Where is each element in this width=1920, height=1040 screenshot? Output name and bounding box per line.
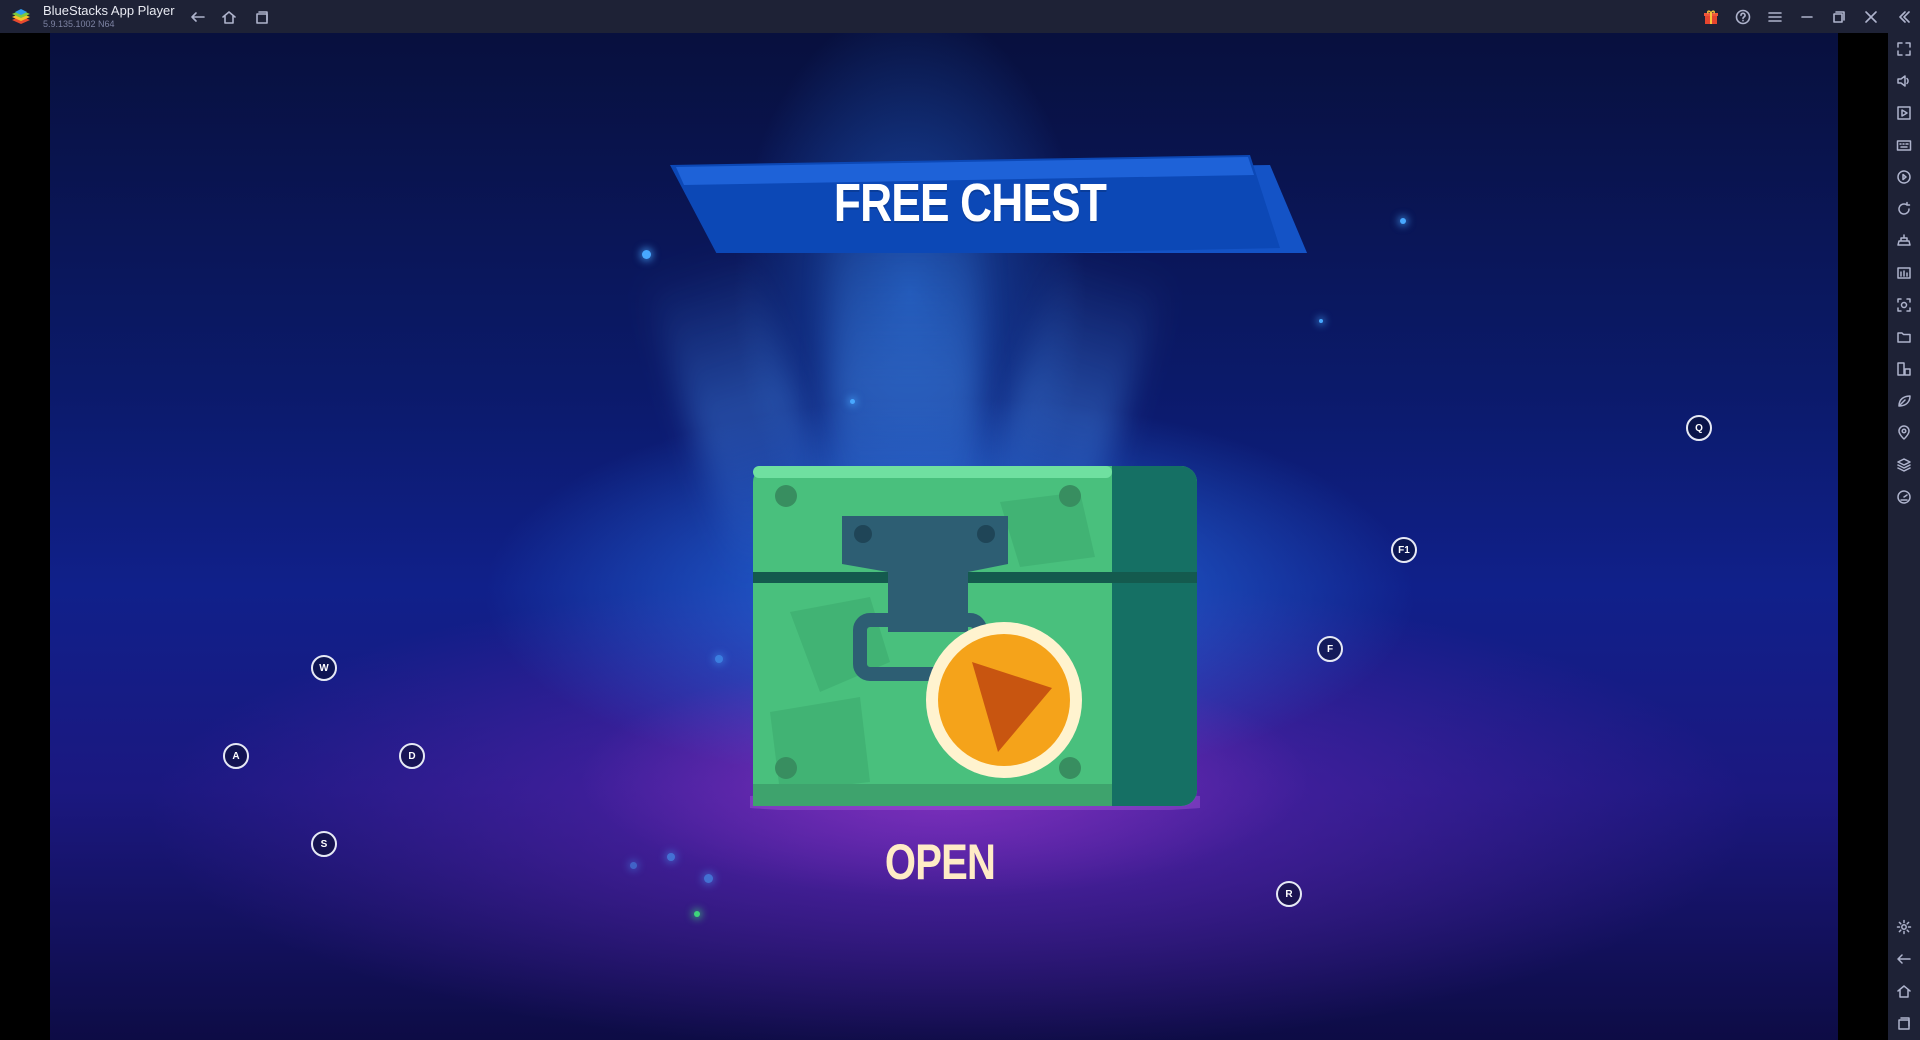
treasure-chest[interactable] [715,462,1235,814]
chest-top-highlight [753,466,1112,478]
folder-icon[interactable] [1894,327,1914,347]
layers-icon[interactable] [1894,455,1914,475]
collapse-sidebar-icon[interactable] [1892,5,1916,29]
glow-particle [1319,319,1323,323]
glow-particle [704,874,713,883]
location-icon[interactable] [1894,423,1914,443]
key-hint-w: W [311,655,337,681]
chest-bolt [775,757,797,779]
chest-bolt [775,485,797,507]
key-hint-s: S [311,831,337,857]
multi-instance-icon[interactable] [250,5,274,29]
key-hint-r: R [1276,881,1302,907]
chest-latch-bolt [854,525,872,543]
key-hint-f1: F1 [1391,537,1417,563]
multi-instance-manager-icon[interactable] [1894,359,1914,379]
glow-particle [694,911,700,917]
minimize-icon[interactable] [1795,5,1819,29]
performance-icon[interactable] [1894,487,1914,507]
glow-particle [667,853,675,861]
restore-icon[interactable] [1827,5,1851,29]
home-icon[interactable] [217,5,241,29]
settings-icon[interactable] [1894,917,1914,937]
title-bar: BlueStacks App Player 5.9.135.1002 N64 [0,0,1920,33]
screenshot-icon[interactable] [1894,295,1914,315]
volume-icon[interactable] [1894,71,1914,91]
key-hint-q: Q [1686,415,1712,441]
back-icon[interactable] [1894,949,1914,969]
open-label[interactable]: OPEN [844,833,1036,891]
right-letterbox [1838,33,1888,1040]
chest-right-panel [1112,466,1197,806]
close-icon[interactable] [1859,5,1883,29]
bluestacks-logo-icon [10,6,32,28]
banner-title: FREE CHEST [833,173,1107,233]
key-hint-f: F [1317,636,1343,662]
media-icon[interactable] [1894,103,1914,123]
game-viewport[interactable]: FREE CHEST OPEN Q F1 F W A D S R [50,33,1838,1040]
key-hint-a: A [223,743,249,769]
game-controls-icon[interactable] [1894,231,1914,251]
glow-particle [850,399,855,404]
glow-particle [715,655,723,663]
chest-bolt [1059,757,1081,779]
glow-particle [630,862,637,869]
recent-apps-icon[interactable] [1894,1013,1914,1033]
chest-latch-bolt [977,525,995,543]
keyboard-controls-icon[interactable] [1894,135,1914,155]
back-arrow-icon[interactable] [186,5,210,29]
gift-icon[interactable] [1699,5,1723,29]
chest-bolt [1059,485,1081,507]
macro-recorder-icon[interactable] [1894,167,1914,187]
app-version: 5.9.135.1002 N64 [43,19,115,29]
home-icon[interactable] [1894,981,1914,1001]
chest-lid-seam [753,572,1197,583]
key-hint-d: D [399,743,425,769]
fullscreen-icon[interactable] [1894,39,1914,59]
glow-particle [1400,218,1406,224]
chest-bottom-band [753,784,1112,806]
screenshot-multi-icon[interactable] [1894,263,1914,283]
sync-icon[interactable] [1894,199,1914,219]
left-letterbox [0,33,50,1040]
app-title: BlueStacks App Player [43,3,175,18]
eco-mode-icon[interactable] [1894,391,1914,411]
free-chest-banner: FREE CHEST [620,123,1320,253]
help-icon[interactable] [1731,5,1755,29]
right-sidebar [1888,33,1920,1040]
menu-icon[interactable] [1763,5,1787,29]
